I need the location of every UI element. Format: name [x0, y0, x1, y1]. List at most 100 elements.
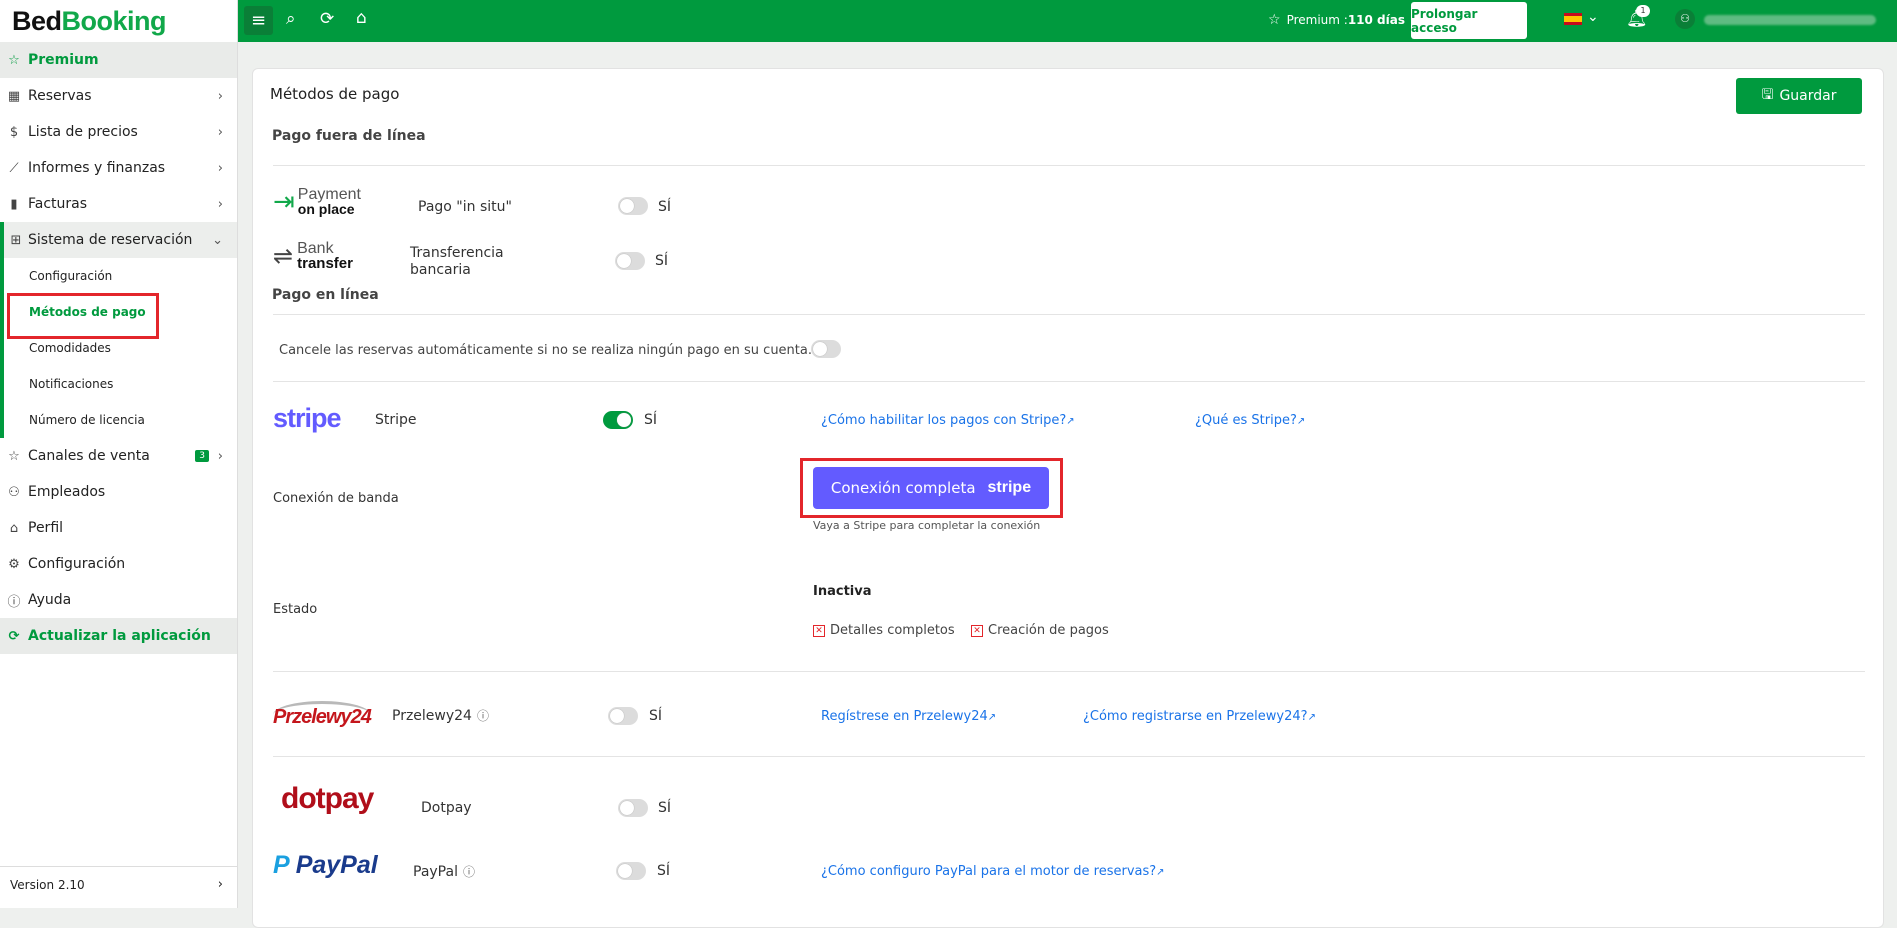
stripe-connection-label: Conexión de banda	[273, 491, 399, 506]
home-icon[interactable]: ⌂	[356, 8, 367, 28]
sidebar-item-price-list[interactable]: $ Lista de precios ›	[0, 114, 237, 150]
dotpay-toggle[interactable]	[618, 799, 648, 817]
refresh-icon: ⟳	[8, 628, 20, 644]
sidebar-subitem-payment-methods[interactable]: Métodos de pago	[0, 294, 237, 330]
przelewy24-howto-link[interactable]: ¿Cómo registrarse en Przelewy24?↗	[1083, 709, 1316, 724]
building-icon: ⌂	[9, 520, 19, 536]
chevron-right-icon: ›	[217, 160, 223, 176]
payment-methods-card: Métodos de pago 🖫︎ Guardar Pago fuera de …	[252, 68, 1884, 928]
refresh-icon[interactable]: ⟳	[320, 9, 334, 29]
save-button[interactable]: 🖫︎ Guardar	[1736, 78, 1862, 114]
toggle-label: SÍ	[644, 412, 658, 428]
card-transfer-icon: ⇌	[273, 242, 294, 270]
chart-icon: ⟋	[9, 160, 19, 176]
premium-status: ☆ Premium : 110 días	[1268, 12, 1405, 28]
bank-transfer-logo: ⇌ Bank transfer	[273, 240, 353, 272]
chevron-right-icon: ›	[217, 877, 223, 892]
save-icon: 🖫︎	[1761, 87, 1774, 103]
cross-icon: ✕	[813, 624, 825, 637]
sidebar-item-reports[interactable]: ⟋ Informes y finanzas ›	[0, 150, 237, 186]
star-icon: ☆	[8, 52, 20, 68]
sidebar-item-employees[interactable]: ⚇ Empleados	[0, 474, 237, 510]
divider	[273, 756, 1865, 757]
grid-icon: ⊞	[10, 232, 22, 248]
bank-method-name: Transferencia bancaria	[410, 245, 504, 278]
stripe-hint: Vaya a Stripe para completar la conexión	[813, 519, 1041, 532]
przelewy24-register-link[interactable]: Regístrese en Przelewy24↗	[821, 709, 996, 724]
external-link-icon: ↗	[1296, 416, 1306, 427]
przelewy24-logo: Przelewy24	[273, 701, 372, 729]
star-icon: ☆	[1268, 12, 1281, 28]
version-footer[interactable]: Version 2.10 ›	[0, 866, 237, 902]
sidebar-item-booking-system[interactable]: ⊞ Sistema de reservación ⌄	[0, 222, 237, 258]
external-link-icon: ↗	[1307, 712, 1316, 723]
divider	[273, 165, 1865, 166]
chevron-down-icon: ⌄	[212, 232, 223, 248]
top-bar: ≡ ⌕ ⟳ ⌂ ☆ Premium : 110 días Prolongar a…	[238, 0, 1897, 42]
page-title: Métodos de pago	[270, 85, 400, 103]
sidebar-item-premium[interactable]: ☆ Premium	[0, 42, 237, 78]
divider	[273, 381, 1865, 382]
dotpay-method-name: Dotpay	[421, 800, 472, 816]
help-icon[interactable]: ⓘ	[477, 707, 489, 724]
stripe-toggle[interactable]	[603, 411, 633, 429]
sidebar-item-reservas[interactable]: ▦ Reservas ›	[0, 78, 237, 114]
stripe-howto-link[interactable]: ¿Cómo habilitar los pagos con Stripe?↗	[821, 413, 1075, 428]
avatar[interactable]: ⚇	[1675, 9, 1695, 29]
dollar-icon: $	[9, 124, 19, 140]
paypal-method-name: PayPal ⓘ	[413, 863, 475, 880]
chevron-right-icon: ›	[217, 124, 223, 140]
sidebar-item-profile[interactable]: ⌂ Perfil	[0, 510, 237, 546]
calendar-icon: ▦	[7, 88, 21, 104]
przelewy24-toggle[interactable]	[608, 707, 638, 725]
chevron-down-icon[interactable]: ⌄	[1587, 9, 1599, 25]
user-name-blurred[interactable]	[1704, 15, 1876, 25]
sidebar-item-sales-channels[interactable]: ☆ Canales de venta 3 ›	[0, 438, 237, 474]
notification-badge: 1	[1636, 5, 1650, 17]
check-payments: ✕ Creación de pagos	[971, 623, 1109, 638]
app-logo[interactable]: Bed Booking	[0, 0, 237, 42]
online-section-title: Pago en línea	[272, 287, 379, 303]
spain-flag-icon[interactable]	[1564, 13, 1582, 25]
sidebar-item-settings[interactable]: ⚙ Configuración	[0, 546, 237, 582]
auto-cancel-toggle[interactable]	[811, 340, 841, 358]
arrow-in-icon: ⇥	[273, 187, 295, 217]
external-link-icon: ↗	[1066, 416, 1075, 427]
search-icon[interactable]: ⌕	[286, 9, 296, 29]
status-label: Estado	[273, 602, 318, 617]
toggle-label: SÍ	[657, 863, 671, 879]
info-icon: ⓘ	[7, 594, 21, 610]
sidebar: Bed Booking ☆ Premium ▦ Reservas › $ List…	[0, 0, 238, 908]
sidebar-item-help[interactable]: ⓘ Ayuda	[0, 582, 237, 618]
sidebar-subitem-amenities[interactable]: Comodidades	[0, 330, 237, 366]
help-icon[interactable]: ⓘ	[463, 863, 475, 880]
stripe-what-link[interactable]: ¿Qué es Stripe?↗	[1195, 413, 1305, 428]
chevron-right-icon: ›	[217, 88, 223, 104]
toggle-label: SÍ	[658, 800, 672, 816]
paypal-toggle[interactable]	[616, 862, 646, 880]
extend-access-button[interactable]: Prolongar acceso	[1411, 2, 1527, 39]
paypal-howto-link[interactable]: ¿Cómo configuro PayPal para el motor de …	[821, 864, 1165, 879]
auto-cancel-label: Cancele las reservas automáticamente si …	[279, 342, 827, 358]
offline-section-title: Pago fuera de línea	[272, 128, 426, 144]
sidebar-subitem-license[interactable]: Número de licencia	[0, 402, 237, 438]
badge-count: 3	[195, 450, 209, 462]
sidebar-subitem-notifications[interactable]: Notificaciones	[0, 366, 237, 402]
external-link-icon: ↗	[987, 712, 997, 723]
paypal-logo: P PayPal	[273, 851, 378, 879]
sidebar-item-invoices[interactable]: ▮ Facturas ›	[0, 186, 237, 222]
user-plus-icon: ⚇	[8, 484, 20, 500]
bank-transfer-toggle[interactable]	[615, 252, 645, 270]
dotpay-logo: dotpay	[281, 782, 374, 815]
divider	[273, 671, 1865, 672]
stripe-connect-button[interactable]: Conexión completa stripe	[813, 467, 1049, 509]
onsite-method-name: Pago "in situ"	[418, 199, 512, 215]
onsite-toggle[interactable]	[618, 197, 648, 215]
star-icon: ☆	[8, 448, 20, 464]
sidebar-subitem-configuration[interactable]: Configuración	[0, 258, 237, 294]
check-details: ✕ Detalles completos	[813, 623, 955, 638]
divider	[273, 314, 1865, 315]
sidebar-item-update-app[interactable]: ⟳ Actualizar la aplicación	[0, 618, 237, 654]
paypal-p-icon: P	[273, 851, 289, 879]
menu-icon[interactable]: ≡	[244, 6, 273, 35]
